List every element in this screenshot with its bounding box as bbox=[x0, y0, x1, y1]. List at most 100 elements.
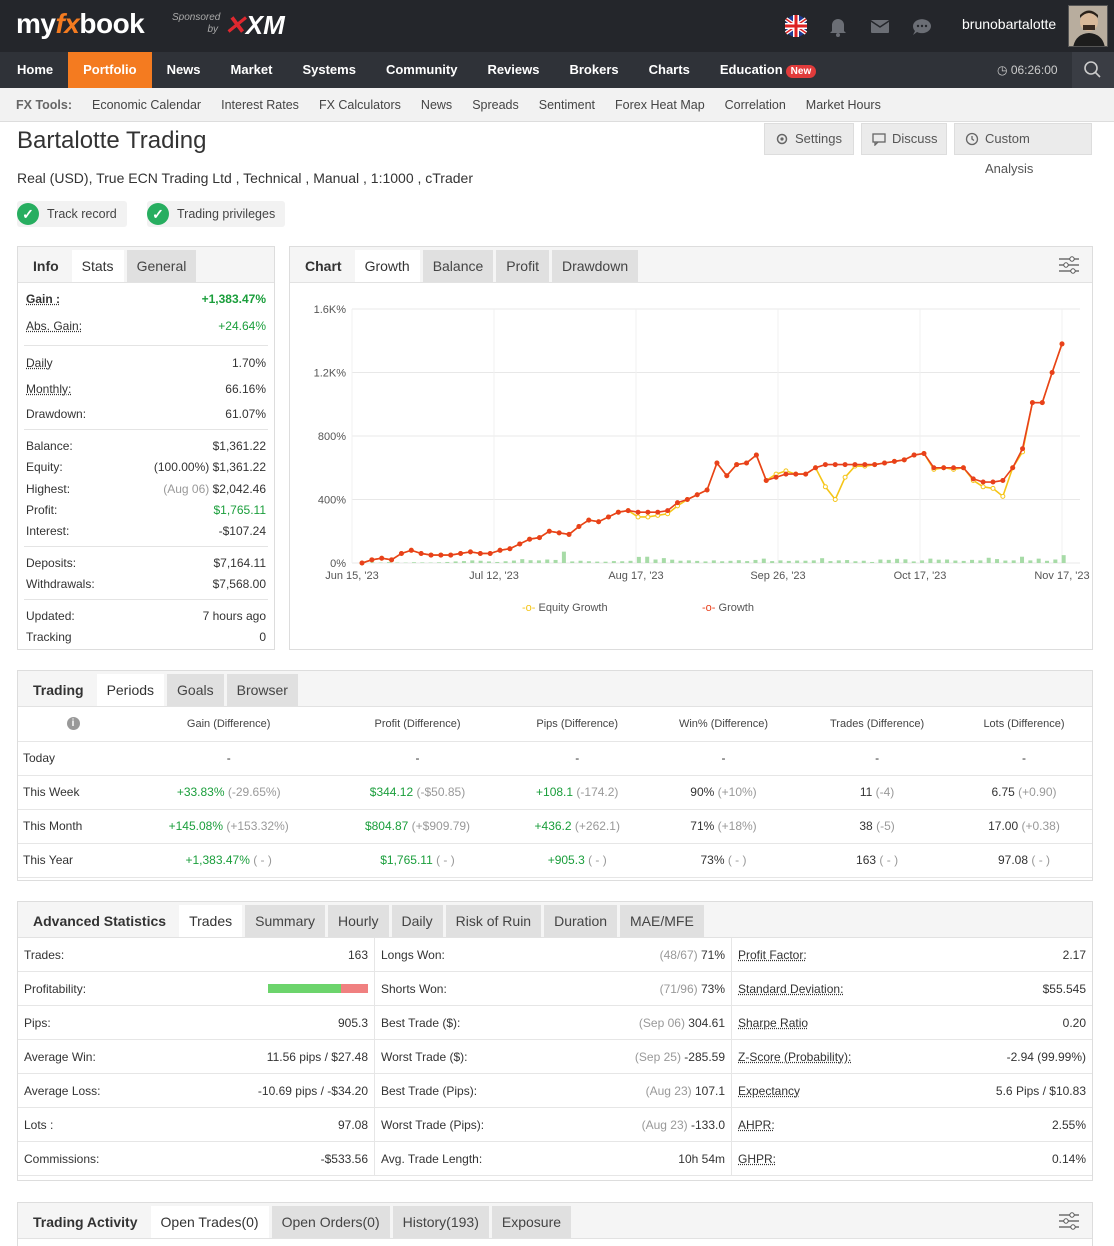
table-row: This Month +145.08% (+153.32%) $804.87 (… bbox=[18, 809, 1092, 844]
tab-exposure[interactable]: Exposure bbox=[491, 1206, 572, 1238]
fx-tool-market-hours[interactable]: Market Hours bbox=[806, 98, 881, 112]
tab-daily[interactable]: Daily bbox=[391, 905, 443, 937]
mail-icon[interactable] bbox=[868, 14, 892, 38]
settings-button[interactable]: Settings bbox=[764, 123, 854, 155]
tab-open-trades[interactable]: Open Trades(0) bbox=[150, 1206, 269, 1238]
nav-charts[interactable]: Charts bbox=[634, 52, 705, 88]
fx-tool-economic-calendar[interactable]: Economic Calendar bbox=[92, 98, 201, 112]
volume-bar bbox=[653, 559, 658, 563]
tab-hourly[interactable]: Hourly bbox=[328, 905, 389, 937]
volume-bar bbox=[820, 558, 825, 563]
tab-balance[interactable]: Balance bbox=[422, 250, 494, 282]
volume-bar bbox=[853, 561, 858, 563]
growth-point bbox=[911, 452, 917, 458]
tab-drawdown[interactable]: Drawdown bbox=[551, 250, 639, 282]
info-icon[interactable]: i bbox=[66, 717, 80, 731]
nav-brokers[interactable]: Brokers bbox=[554, 52, 633, 88]
volume-bar bbox=[1020, 556, 1025, 563]
volume-bar bbox=[670, 559, 675, 563]
table-header: i Gain (Difference) Profit (Difference) Pi… bbox=[18, 707, 1092, 742]
tab-history[interactable]: History(193) bbox=[392, 1206, 489, 1238]
fx-tool-news[interactable]: News bbox=[421, 98, 452, 112]
stat-pips: Pips: 905.3 bbox=[18, 1006, 374, 1040]
growth-point bbox=[645, 509, 651, 515]
tab-growth[interactable]: Growth bbox=[354, 250, 420, 282]
stat-updated: Updated: 7 hours ago bbox=[26, 609, 266, 623]
tab-summary[interactable]: Summary bbox=[245, 905, 326, 937]
uk-flag-icon[interactable] bbox=[784, 14, 808, 38]
fx-tools-label: FX Tools: bbox=[16, 97, 73, 112]
stat-shorts-won: Shorts Won: (71/96) 73% bbox=[375, 972, 731, 1006]
tab-mae-mfe[interactable]: MAE/MFE bbox=[620, 905, 704, 937]
volume-bar bbox=[503, 561, 508, 563]
stat-ghpr: GHPR: 0.14% bbox=[732, 1142, 1092, 1176]
nav-systems[interactable]: Systems bbox=[287, 52, 370, 88]
volume-bar bbox=[920, 560, 925, 563]
fx-tool-interest-rates[interactable]: Interest Rates bbox=[221, 98, 299, 112]
tab-open-orders[interactable]: Open Orders(0) bbox=[271, 1206, 390, 1238]
custom-analysis-button[interactable]: Custom Analysis bbox=[954, 123, 1092, 176]
activity-options-icon[interactable] bbox=[1058, 1211, 1080, 1231]
tab-duration[interactable]: Duration bbox=[544, 905, 618, 937]
volume-bar bbox=[553, 559, 558, 563]
volume-bar bbox=[586, 561, 591, 563]
stat-highest: Highest: (Aug 06) $2,042.46 bbox=[26, 482, 266, 496]
equity-growth-point bbox=[635, 514, 641, 520]
volume-bar bbox=[978, 560, 983, 563]
avatar[interactable] bbox=[1068, 5, 1108, 47]
growth-point bbox=[497, 547, 503, 553]
tab-periods[interactable]: Periods bbox=[96, 674, 165, 706]
volume-bar bbox=[645, 556, 650, 563]
xm-logo[interactable]: ✕XM bbox=[224, 10, 285, 41]
fx-tool-correlation[interactable]: Correlation bbox=[725, 98, 786, 112]
discuss-button[interactable]: Discuss bbox=[861, 123, 947, 155]
volume-bar bbox=[370, 562, 375, 563]
chart-options-icon[interactable] bbox=[1058, 255, 1080, 275]
nav-portfolio[interactable]: Portfolio bbox=[68, 52, 152, 88]
volume-bar bbox=[1003, 560, 1008, 563]
tab-browser[interactable]: Browser bbox=[226, 674, 298, 706]
volume-bar bbox=[470, 560, 475, 563]
growth-point bbox=[635, 509, 641, 515]
nav-reviews[interactable]: Reviews bbox=[472, 52, 554, 88]
track-record-badge[interactable]: ✓ Track record bbox=[17, 201, 127, 227]
search-button[interactable] bbox=[1072, 52, 1114, 88]
growth-point bbox=[546, 528, 552, 534]
tab-stats[interactable]: Stats bbox=[71, 250, 124, 282]
fx-tool-heat-map[interactable]: Forex Heat Map bbox=[615, 98, 705, 112]
nav-news[interactable]: News bbox=[152, 52, 216, 88]
volume-bar bbox=[603, 561, 608, 563]
growth-point bbox=[379, 555, 385, 561]
growth-point bbox=[605, 514, 611, 520]
tab-profit[interactable]: Profit bbox=[496, 250, 549, 282]
fx-tool-calculators[interactable]: FX Calculators bbox=[319, 98, 401, 112]
fx-tool-sentiment[interactable]: Sentiment bbox=[539, 98, 595, 112]
fx-tool-spreads[interactable]: Spreads bbox=[472, 98, 519, 112]
growth-point bbox=[960, 465, 966, 471]
tab-risk-of-ruin[interactable]: Risk of Ruin bbox=[445, 905, 542, 937]
growth-point bbox=[1020, 446, 1026, 452]
stat-interest: Interest: -$107.24 bbox=[26, 524, 266, 538]
growth-point bbox=[882, 460, 888, 466]
growth-point bbox=[842, 462, 848, 468]
myfxbook-logo[interactable]: myfxbook bbox=[16, 8, 145, 40]
tab-general[interactable]: General bbox=[126, 250, 197, 282]
growth-point bbox=[1029, 400, 1035, 406]
trading-privileges-badge[interactable]: ✓ Trading privileges bbox=[147, 201, 286, 227]
bell-icon[interactable] bbox=[826, 14, 850, 38]
growth-point bbox=[921, 450, 927, 456]
volume-bar bbox=[761, 558, 766, 563]
tab-goals[interactable]: Goals bbox=[167, 674, 224, 706]
growth-point bbox=[576, 523, 582, 529]
nav-community[interactable]: Community bbox=[371, 52, 473, 88]
volume-bar bbox=[720, 561, 725, 563]
equity-growth-point bbox=[822, 484, 828, 490]
nav-market[interactable]: Market bbox=[216, 52, 288, 88]
username[interactable]: brunobartalotte bbox=[962, 16, 1056, 32]
nav-education[interactable]: Education New bbox=[705, 52, 831, 88]
chat-icon[interactable] bbox=[910, 14, 934, 38]
tab-trades[interactable]: Trades bbox=[179, 905, 243, 937]
advanced-col-1: Trades: 163 Profitability: Pips: 905.3 Ave… bbox=[18, 938, 375, 1176]
nav-home[interactable]: Home bbox=[2, 52, 68, 88]
trading-periods-panel: Trading Periods Goals Browser i Gain (Di… bbox=[17, 670, 1093, 881]
